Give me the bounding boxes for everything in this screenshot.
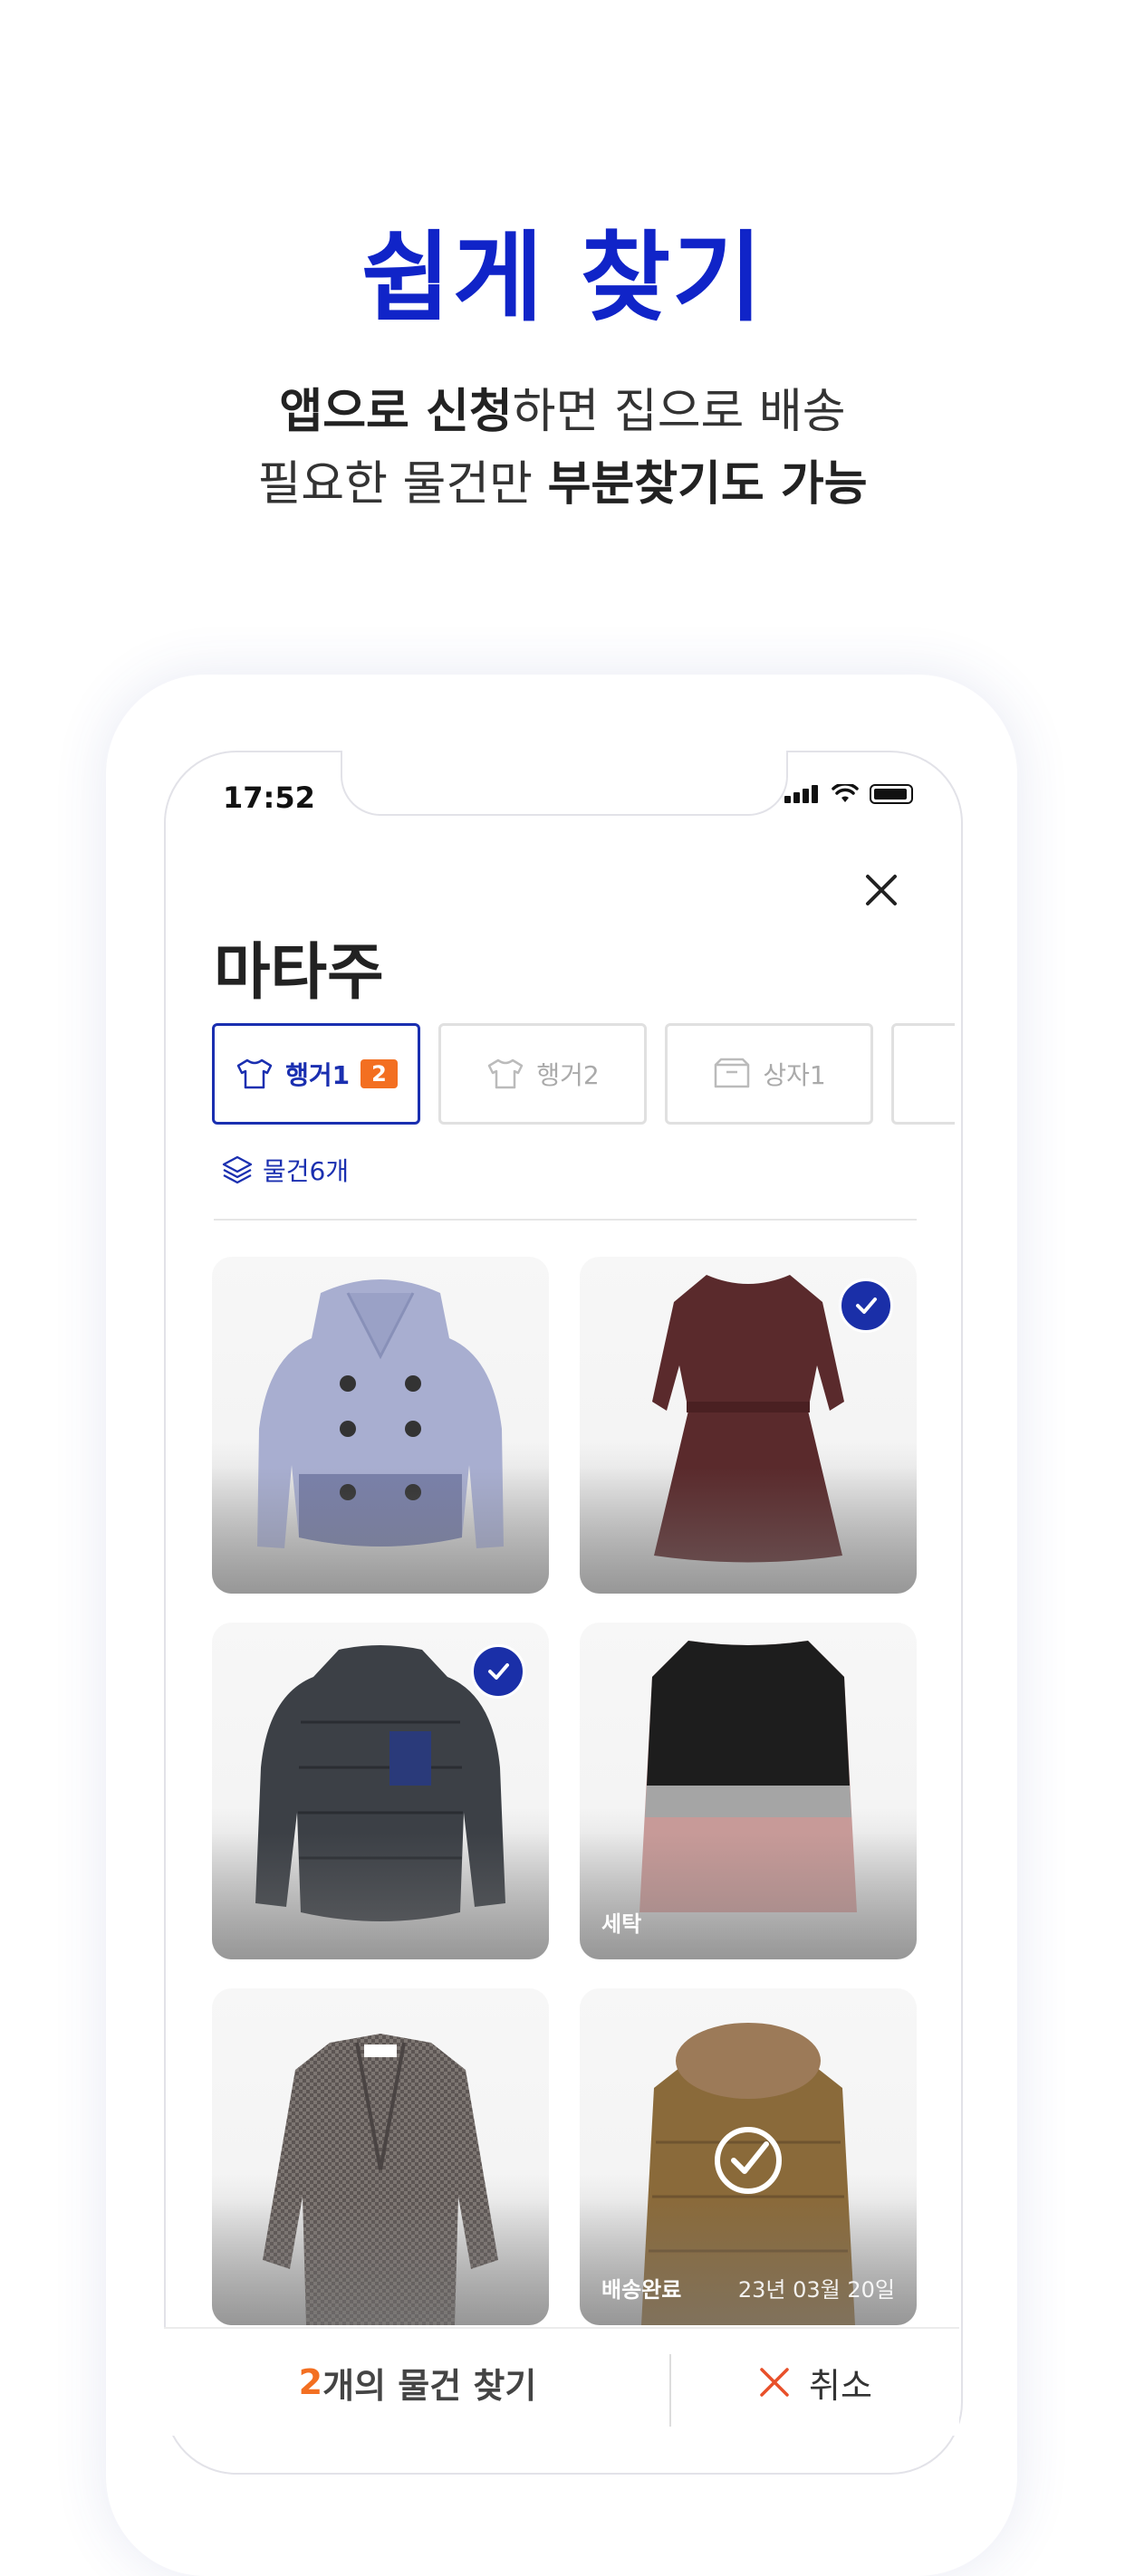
delivered-check-icon	[715, 2127, 782, 2194]
shirt-icon	[236, 1058, 273, 1089]
hero-line1-rest: 하면 집으로 배송	[512, 385, 846, 439]
item-card[interactable]	[212, 1257, 549, 1594]
shirt-icon	[488, 1058, 524, 1089]
card-fade	[580, 1833, 917, 1959]
tab-label: 행거1	[285, 1060, 351, 1090]
card-fade	[212, 1833, 549, 1959]
hero-subtitle-line1: 앱으로 신청하면 집으로 배송	[0, 373, 1125, 441]
divider	[214, 1219, 917, 1221]
tab-label: 상자1	[763, 1060, 826, 1090]
tab-hanger2[interactable]: 행거2	[438, 1023, 647, 1125]
item-card[interactable]	[212, 1988, 549, 2325]
signal-icon	[784, 785, 821, 803]
hero-subtitle-line2: 필요한 물건만 부분찾기도 가능	[0, 445, 1125, 513]
layers-icon	[222, 1155, 253, 1184]
card-fade	[212, 1467, 549, 1594]
status-time: 17:52	[223, 780, 315, 815]
card-fade	[580, 1467, 917, 1594]
page-title: 마타주	[214, 937, 384, 1009]
close-icon	[760, 2368, 789, 2397]
card-fade	[580, 2198, 917, 2325]
find-items-button[interactable]: 2 개의 물건 찾기	[164, 2329, 671, 2436]
find-text: 개의 물건 찾기	[322, 2365, 537, 2406]
card-fade	[212, 2198, 549, 2325]
selected-check-icon	[839, 1278, 893, 1333]
item-count: 물건6개	[263, 1156, 350, 1186]
find-count: 2	[298, 2362, 323, 2402]
wifi-icon	[832, 784, 859, 802]
item-card[interactable]	[212, 1623, 549, 1959]
tab-hanger1[interactable]: 행거1 2	[212, 1023, 420, 1125]
laundry-label: 세탁	[601, 1911, 642, 1937]
hero-line1-bold: 앱으로 신청	[279, 385, 513, 439]
tab-label: 행거2	[536, 1060, 600, 1090]
storage-tabs: 행거1 2 행거2 상자1	[212, 1023, 955, 1128]
tab-box1[interactable]: 상자1	[665, 1023, 873, 1125]
delivered-label: 배송완료	[601, 2277, 682, 2303]
hero-line2-rest: 필요한 물건만	[257, 457, 548, 512]
phone-notch	[341, 751, 788, 816]
cancel-button[interactable]: 취소	[671, 2329, 959, 2436]
box-icon	[715, 1058, 750, 1088]
item-card[interactable]: 배송완료 23년 03월 20일	[580, 1988, 917, 2325]
tab-next[interactable]	[891, 1023, 955, 1125]
close-icon[interactable]	[861, 869, 902, 911]
item-card[interactable]: 세탁	[580, 1623, 917, 1959]
delivered-date: 23년 03월 20일	[737, 2277, 895, 2303]
item-count-row: 물건6개	[221, 1152, 349, 1188]
cancel-label: 취소	[809, 2365, 872, 2406]
bottom-action-bar: 2 개의 물건 찾기 취소	[164, 2327, 959, 2436]
hero-line2-bold: 부분찾기도 가능	[547, 457, 868, 512]
item-card[interactable]	[580, 1257, 917, 1594]
selected-check-icon	[471, 1644, 525, 1699]
status-icons	[784, 784, 913, 804]
battery-icon	[870, 784, 913, 804]
hero-title: 쉽게 찾기	[361, 222, 764, 335]
tab-count-badge: 2	[361, 1059, 398, 1088]
